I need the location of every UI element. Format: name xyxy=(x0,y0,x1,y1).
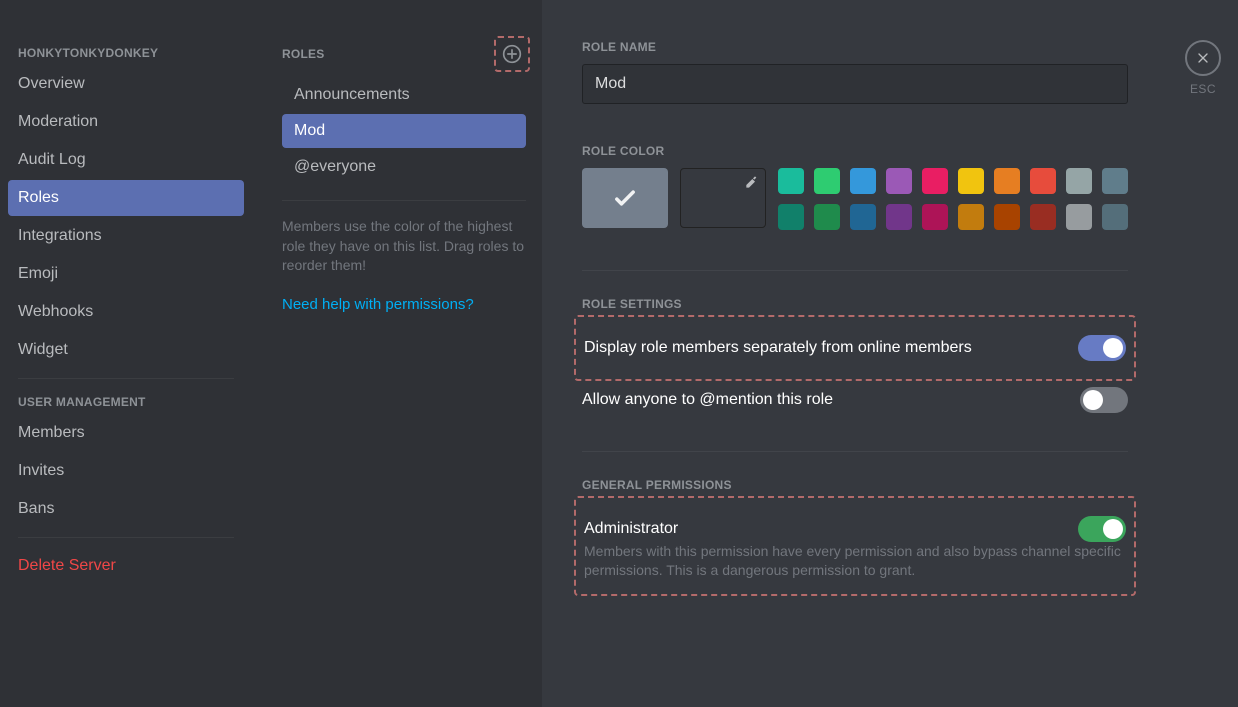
content-divider xyxy=(582,270,1128,271)
role-item-announcements[interactable]: Announcements xyxy=(282,78,526,112)
administrator-toggle[interactable] xyxy=(1078,516,1126,542)
highlight-display-separately: Display role members separately from onl… xyxy=(574,315,1136,381)
role-item-mod[interactable]: Mod xyxy=(282,114,526,148)
color-swatch[interactable] xyxy=(886,168,912,194)
app-root: HONKYTONKYDONKEY Overview Moderation Aud… xyxy=(0,0,1238,707)
esc-label: ESC xyxy=(1190,82,1216,96)
color-swatch[interactable] xyxy=(814,204,840,230)
color-swatch[interactable] xyxy=(922,204,948,230)
display-separately-label: Display role members separately from onl… xyxy=(584,339,972,357)
sidebar-divider xyxy=(18,378,234,379)
sidebar-item-moderation[interactable]: Moderation xyxy=(8,104,244,140)
color-swatch[interactable] xyxy=(922,168,948,194)
custom-color-picker[interactable] xyxy=(680,168,766,228)
eyedropper-icon xyxy=(743,175,759,191)
general-permissions-label: GENERAL PERMISSIONS xyxy=(582,478,1128,492)
sidebar-item-integrations[interactable]: Integrations xyxy=(8,218,244,254)
server-settings-sidebar: HONKYTONKYDONKEY Overview Moderation Aud… xyxy=(0,0,252,707)
color-swatch[interactable] xyxy=(1066,168,1092,194)
color-swatch[interactable] xyxy=(886,204,912,230)
color-swatch[interactable] xyxy=(778,168,804,194)
close-button[interactable] xyxy=(1185,40,1221,76)
plus-circle-icon xyxy=(502,44,522,64)
color-swatches xyxy=(778,168,1128,230)
highlight-add-role xyxy=(494,36,530,72)
allow-mention-toggle[interactable] xyxy=(1080,387,1128,413)
color-swatch[interactable] xyxy=(1066,204,1092,230)
role-color-label: ROLE COLOR xyxy=(582,144,1128,158)
allow-mention-label: Allow anyone to @mention this role xyxy=(582,391,833,409)
roles-hint-text: Members use the color of the highest rol… xyxy=(282,217,526,276)
permissions-help-link[interactable]: Need help with permissions? xyxy=(282,296,526,313)
close-icon xyxy=(1195,50,1211,66)
add-role-button[interactable] xyxy=(500,42,524,66)
color-swatch[interactable] xyxy=(814,168,840,194)
color-swatch[interactable] xyxy=(1030,168,1056,194)
server-name-header: HONKYTONKYDONKEY xyxy=(8,40,244,66)
administrator-label: Administrator xyxy=(584,520,678,538)
sidebar-item-webhooks[interactable]: Webhooks xyxy=(8,294,244,330)
role-item-everyone[interactable]: @everyone xyxy=(282,150,526,184)
checkmark-icon xyxy=(611,184,639,212)
sidebar-item-widget[interactable]: Widget xyxy=(8,332,244,368)
color-swatch[interactable] xyxy=(850,168,876,194)
color-swatch[interactable] xyxy=(994,168,1020,194)
color-swatch[interactable] xyxy=(994,204,1020,230)
default-color-swatch[interactable] xyxy=(582,168,668,228)
sidebar-divider xyxy=(18,537,234,538)
highlight-administrator: Administrator Members with this permissi… xyxy=(574,496,1136,596)
role-name-label: ROLE NAME xyxy=(582,40,1128,54)
sidebar-item-audit-log[interactable]: Audit Log xyxy=(8,142,244,178)
close-column: ESC xyxy=(1168,0,1238,707)
sidebar-item-members[interactable]: Members xyxy=(8,415,244,451)
role-settings-label: ROLE SETTINGS xyxy=(582,297,1128,311)
roles-column-header: ROLES xyxy=(282,47,325,61)
administrator-description: Members with this permission have every … xyxy=(584,542,1126,580)
sidebar-item-invites[interactable]: Invites xyxy=(8,453,244,489)
color-swatch[interactable] xyxy=(850,204,876,230)
color-swatch[interactable] xyxy=(1030,204,1056,230)
color-swatch[interactable] xyxy=(1102,204,1128,230)
roles-list-column: ROLES Announcements Mod @everyone Member… xyxy=(252,0,542,707)
role-editor-panel: ROLE NAME ROLE COLOR ROLE SETTINGS xyxy=(542,0,1168,707)
color-swatch[interactable] xyxy=(958,204,984,230)
content-divider xyxy=(582,451,1128,452)
color-swatch[interactable] xyxy=(958,168,984,194)
sidebar-item-roles[interactable]: Roles xyxy=(8,180,244,216)
sidebar-item-bans[interactable]: Bans xyxy=(8,491,244,527)
user-management-header: USER MANAGEMENT xyxy=(8,389,244,415)
roles-divider xyxy=(282,200,526,201)
role-name-input[interactable] xyxy=(582,64,1128,104)
sidebar-item-overview[interactable]: Overview xyxy=(8,66,244,102)
delete-server-button[interactable]: Delete Server xyxy=(8,548,244,584)
display-separately-toggle[interactable] xyxy=(1078,335,1126,361)
color-swatch[interactable] xyxy=(1102,168,1128,194)
color-swatch[interactable] xyxy=(778,204,804,230)
sidebar-item-emoji[interactable]: Emoji xyxy=(8,256,244,292)
